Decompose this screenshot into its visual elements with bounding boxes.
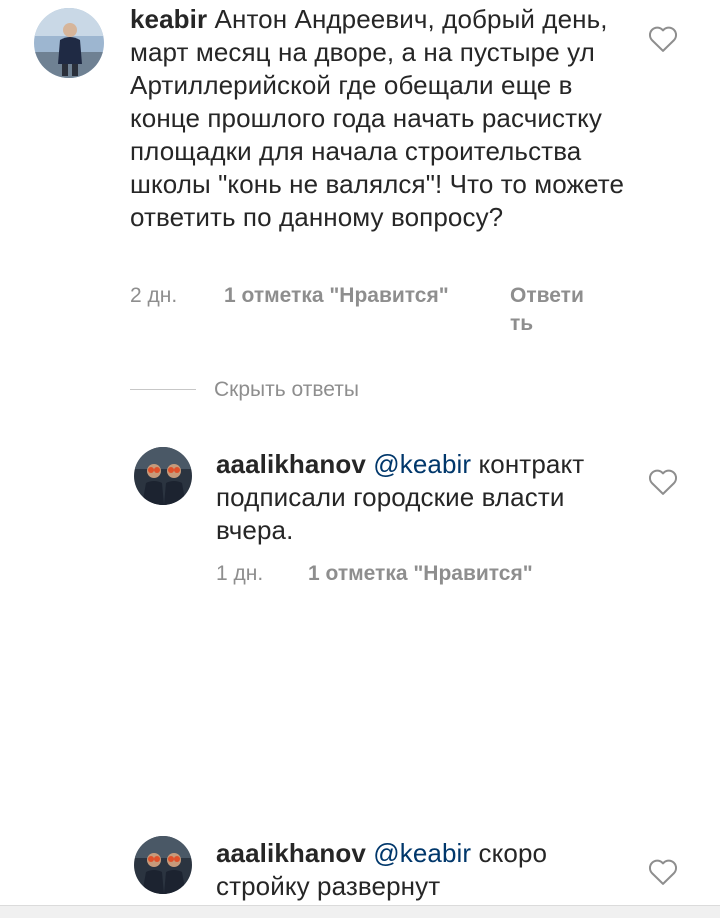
reply-likes[interactable]: 1 отметка "Нравится" <box>308 560 533 588</box>
bottom-divider <box>0 905 720 918</box>
reply-username[interactable]: aaalikhanov <box>216 838 366 868</box>
comment-time: 2 дн. <box>130 284 178 307</box>
comment-username[interactable]: keabir <box>130 4 207 34</box>
hide-replies-toggle[interactable]: Скрыть ответы <box>130 376 530 406</box>
heart-outline-icon[interactable] <box>648 858 678 886</box>
comment-likes[interactable]: 1 отметка "Нравится" <box>224 282 449 310</box>
heart-outline-icon[interactable] <box>648 25 678 53</box>
reply-text: aaalikhanov @keabir скоро стройку развер… <box>216 837 616 903</box>
user-avatar-photo <box>134 836 192 894</box>
reply-mention[interactable]: @keabir <box>373 449 471 479</box>
comment-text: keabir Антон Андреевич, добрый день, мар… <box>130 3 630 234</box>
user-avatar-photo <box>34 8 104 78</box>
user-avatar-photo <box>134 447 192 505</box>
reply-button[interactable]: Ответи ть <box>510 282 600 338</box>
reply-label-line-2: ть <box>510 312 534 335</box>
hide-replies-label[interactable]: Скрыть ответы <box>214 376 359 404</box>
avatar[interactable] <box>134 447 192 505</box>
avatar[interactable] <box>34 8 104 78</box>
reply-mention[interactable]: @keabir <box>373 838 471 868</box>
reply-time: 1 дн. <box>216 562 264 585</box>
reply-label-line-1: Ответи <box>510 284 584 307</box>
heart-outline-icon[interactable] <box>648 468 678 496</box>
reply-username[interactable]: aaalikhanov <box>216 449 366 479</box>
reply-text: aaalikhanov @keabir контракт подписали г… <box>216 448 616 547</box>
comment-keabir: keabir Антон Андреевич, добрый день, мар… <box>0 0 720 350</box>
hide-replies-divider <box>130 389 196 390</box>
reply-aaalikhanov-2: aaalikhanov @keabir скоро стройку развер… <box>0 830 720 905</box>
reply-aaalikhanov-1: aaalikhanov @keabir контракт подписали г… <box>0 440 720 600</box>
avatar[interactable] <box>134 836 192 894</box>
comment-body: Антон Андреевич, добрый день, март месяц… <box>130 4 625 232</box>
